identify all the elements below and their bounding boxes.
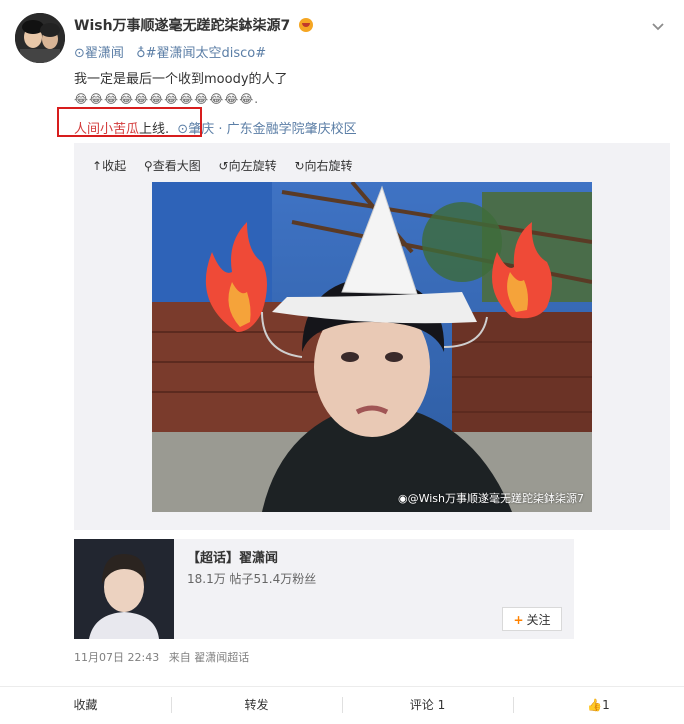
plus-icon: + bbox=[513, 613, 524, 627]
super-topic-card[interactable]: 【超话】翟潇闻 18.1万 帖子51.4万粉丝 + 关注 bbox=[74, 539, 574, 639]
post-meta: 11月07日 22:43 来自 翟潇闻超话 bbox=[74, 649, 249, 665]
post-photo[interactable]: ◉@Wish万事顺遂毫无蹉跎柒鉢柒源7 bbox=[152, 182, 592, 512]
rotate-right-button[interactable]: ↻向右旋转 bbox=[294, 159, 352, 173]
collapse-button[interactable]: ↑收起 bbox=[92, 159, 126, 173]
rotate-left-button[interactable]: ↺向左旋转 bbox=[219, 159, 277, 173]
topic-title[interactable]: 【超话】翟潇闻 bbox=[187, 547, 278, 566]
post-text-line: 我一定是最后一个收到moody的人了 bbox=[74, 72, 288, 87]
username-text[interactable]: Wish万事顺遂毫无蹉跎柒鉢柒源7 bbox=[74, 18, 290, 34]
post-time[interactable]: 11月07日 22:43 bbox=[74, 651, 159, 664]
thumbs-up-icon: 👍 bbox=[587, 698, 603, 712]
emoji-row: 😂😂😂😂😂😂😂😂😂😂😂😂. bbox=[74, 92, 260, 106]
username[interactable]: Wish万事顺遂毫无蹉跎柒鉢柒源7 bbox=[74, 15, 314, 35]
rotate-right-icon: ↻ bbox=[294, 159, 305, 173]
rotate-left-icon: ↺ bbox=[218, 159, 229, 173]
tag-icon: ⊙ bbox=[74, 46, 85, 61]
emoji-badge-icon bbox=[299, 18, 314, 32]
magnifier-icon: ⚲ bbox=[143, 159, 153, 173]
favorite-button[interactable]: 收藏 bbox=[0, 687, 171, 724]
tag-link[interactable]: ⊙翟潇闻 bbox=[74, 46, 128, 61]
hashtag-link[interactable]: ♁#翟潇闻太空disco# bbox=[136, 46, 266, 61]
penguin-icon: ♁ bbox=[136, 46, 146, 61]
action-bar: 收藏 转发 评论 1 👍1 bbox=[0, 686, 684, 724]
like-button[interactable]: 👍1 bbox=[513, 687, 684, 724]
repost-button[interactable]: 转发 bbox=[171, 687, 342, 724]
topic-tags: ⊙翟潇闻 ♁#翟潇闻太空disco# bbox=[74, 42, 274, 61]
photo-watermark: ◉@Wish万事顺遂毫无蹉跎柒鉢柒源7 bbox=[397, 492, 584, 505]
topic-stats: 18.1万 帖子51.4万粉丝 bbox=[187, 572, 317, 586]
collapse-icon: ↑ bbox=[92, 159, 103, 173]
highlight-box bbox=[57, 107, 202, 137]
post-source[interactable]: 来自 翟潇闻超话 bbox=[169, 651, 250, 664]
view-large-button[interactable]: ⚲查看大图 bbox=[144, 159, 201, 173]
avatar[interactable] bbox=[15, 13, 65, 63]
follow-button[interactable]: + 关注 bbox=[502, 607, 562, 631]
chevron-down-icon[interactable] bbox=[650, 18, 666, 34]
comment-button[interactable]: 评论 1 bbox=[342, 687, 513, 724]
weibo-logo-icon: ◉ bbox=[397, 492, 408, 505]
media-toolbar: ↑收起 ⚲查看大图 ↺向左旋转 ↻向右旋转 bbox=[92, 157, 367, 174]
location-link[interactable]: ⊙肇庆 · 广东金融学院肇庆校区 bbox=[177, 122, 356, 137]
topic-thumbnail bbox=[74, 539, 174, 639]
